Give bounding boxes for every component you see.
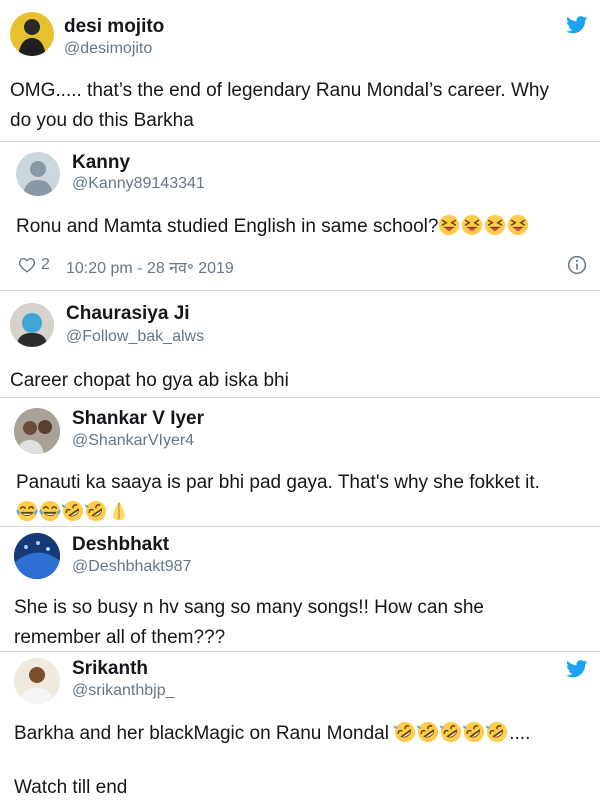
twitter-bird-icon[interactable] [566, 660, 588, 678]
avatar[interactable] [10, 303, 54, 347]
tweet-deshbhakt[interactable]: Deshbhakt @Deshbhakt987 She is so busy n… [0, 527, 600, 651]
rofl-emoji-icon [463, 721, 485, 743]
tweet-text-line: She is so busy n hv sang so many songs!!… [14, 597, 484, 618]
tweet-text-line: Watch till end [14, 777, 128, 798]
avatar[interactable] [14, 533, 60, 579]
author-name[interactable]: Srikanth [72, 658, 148, 680]
author-handle[interactable]: @desimojito [64, 40, 152, 58]
author-handle[interactable]: @Deshbhakt987 [72, 558, 191, 576]
tweet-text: She is so busy n hv sang so many songs!!… [14, 593, 484, 653]
squinting-tongue-emoji-icon [461, 214, 483, 236]
info-icon[interactable] [567, 255, 587, 275]
emoji-row [16, 498, 540, 528]
rofl-emoji-icon [486, 721, 508, 743]
author-name[interactable]: desi mojito [64, 16, 164, 38]
tweet-srikanth[interactable]: Srikanth @srikanthbjp_ Barkha and her bl… [0, 652, 600, 800]
tweet-text: Panauti ka saaya is par bhi pad gaya. Th… [16, 468, 540, 528]
twitter-bird-icon[interactable] [566, 16, 588, 34]
rofl-emoji-icon [394, 721, 416, 743]
rofl-emoji-icon [440, 721, 462, 743]
author-name[interactable]: Chaurasiya Ji [66, 303, 190, 325]
tweet-text-content: Panauti ka saaya is par bhi pad gaya. Th… [16, 472, 540, 493]
tweet-chaurasiya[interactable]: Chaurasiya Ji @Follow_bak_alws Career ch… [0, 291, 600, 397]
tweet-shankar[interactable]: Shankar V Iyer @ShankarVIyer4 Panauti ka… [0, 398, 600, 526]
rofl-emoji-icon [85, 500, 107, 522]
tweet-text-content: Barkha and her blackMagic on Ranu Mondal [14, 723, 389, 744]
squinting-tongue-emoji-icon [507, 214, 529, 236]
avatar[interactable] [16, 152, 60, 196]
rofl-emoji-icon [62, 500, 84, 522]
like-count[interactable]: 2 [41, 256, 50, 274]
heart-icon[interactable] [18, 256, 36, 274]
author-name[interactable]: Shankar V Iyer [72, 408, 204, 430]
tweet-text-line: do you do this Barkha [10, 110, 194, 131]
author-handle[interactable]: @ShankarVIyer4 [72, 432, 194, 450]
tears-of-joy-emoji-icon [16, 500, 38, 522]
tweet-text: Ronu and Mamta studied English in same s… [16, 212, 530, 242]
tweet-text-line: OMG..... that’s the end of legendary Ran… [10, 80, 549, 101]
author-handle[interactable]: @Kanny89143341 [72, 175, 205, 193]
author-name[interactable]: Deshbhakt [72, 534, 169, 556]
timestamp[interactable]: 10:20 pm - 28 नव॰ 2019 [66, 256, 234, 278]
tweet-text-line: Barkha and her blackMagic on Ranu Mondal… [14, 719, 530, 749]
tweet-text-suffix: .... [509, 723, 531, 744]
tweet-desimojito[interactable]: desi mojito @desimojito OMG..... that’s … [0, 0, 600, 142]
avatar[interactable] [10, 12, 54, 56]
avatar[interactable] [14, 408, 60, 454]
rofl-emoji-icon [417, 721, 439, 743]
squinting-tongue-emoji-icon [484, 214, 506, 236]
tweet-text-content: Ronu and Mamta studied English in same s… [16, 216, 439, 237]
tears-of-joy-emoji-icon [39, 500, 61, 522]
folded-hands-emoji-icon [108, 500, 130, 522]
tweet-text-line: remember all of them??? [14, 627, 226, 648]
squinting-tongue-emoji-icon [438, 214, 460, 236]
tweet-text: Barkha and her blackMagic on Ranu Mondal… [14, 719, 530, 803]
author-handle[interactable]: @Follow_bak_alws [66, 328, 204, 346]
tweet-kanny[interactable]: Kanny @Kanny89143341 Ronu and Mamta stud… [0, 142, 600, 290]
author-handle[interactable]: @srikanthbjp_ [72, 682, 175, 700]
avatar[interactable] [14, 658, 60, 704]
author-name[interactable]: Kanny [72, 152, 130, 174]
tweet-text: OMG..... that’s the end of legendary Ran… [10, 76, 549, 136]
tweet-text: Career chopat ho gya ab iska bhi [10, 370, 289, 391]
